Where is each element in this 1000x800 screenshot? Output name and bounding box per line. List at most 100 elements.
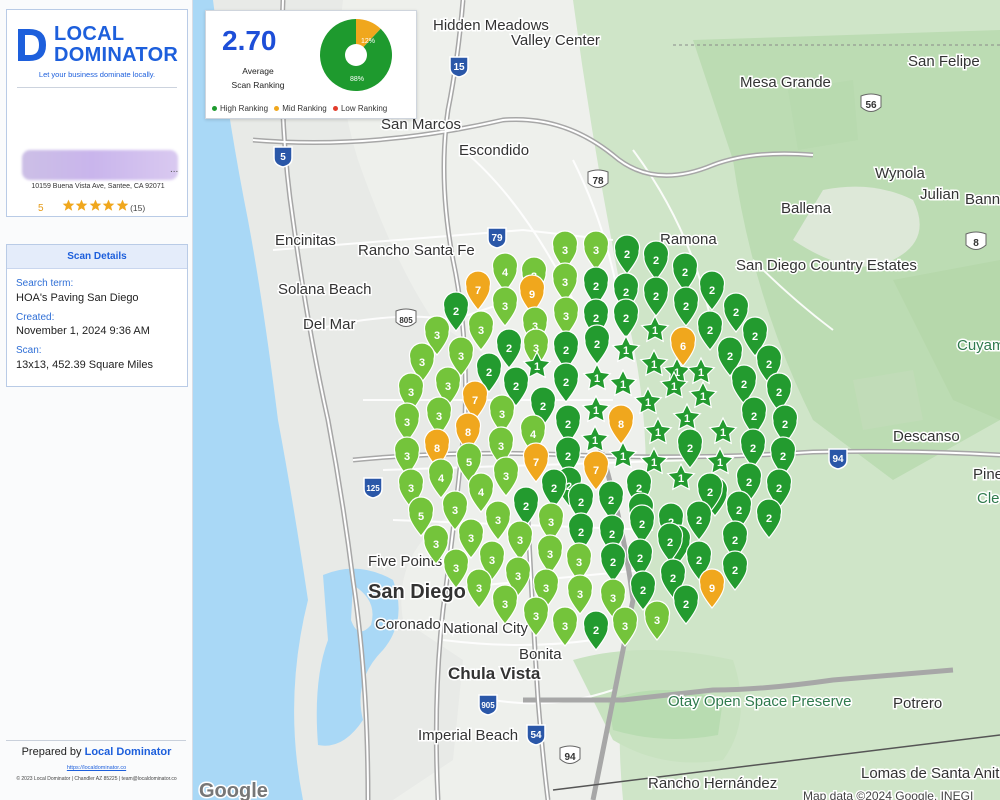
rank-pin-number: 2 bbox=[551, 483, 557, 495]
scan-details-card: Scan Details Search term: HOA's Paving S… bbox=[6, 244, 188, 387]
rank-pin-number: 2 bbox=[683, 301, 689, 313]
rank-pin-number: 8 bbox=[434, 443, 440, 455]
rank-pin-number: 2 bbox=[766, 359, 772, 371]
rank-pin-number: 3 bbox=[547, 549, 553, 561]
highway-number: 54 bbox=[530, 730, 542, 741]
rank-pin-number: 2 bbox=[608, 495, 614, 507]
rank-pin-number: 7 bbox=[472, 395, 478, 407]
rank-pin-number: 1 bbox=[717, 457, 723, 469]
place-label: Valley Center bbox=[511, 32, 600, 49]
rank-pin-number: 2 bbox=[696, 515, 702, 527]
highway-number: 15 bbox=[453, 62, 465, 73]
search-term-label: Search term: bbox=[16, 278, 74, 289]
rank-pin-number: 2 bbox=[776, 387, 782, 399]
rank-pin-number: 2 bbox=[624, 249, 630, 261]
highway-number: 94 bbox=[564, 752, 576, 763]
place-label: Ballena bbox=[781, 200, 832, 217]
rank-pin-number: 2 bbox=[707, 487, 713, 499]
rank-pin-number: 1 bbox=[594, 373, 600, 385]
rank-pin-number: 2 bbox=[593, 625, 599, 637]
star-icon bbox=[116, 199, 128, 211]
legend-low-dot bbox=[332, 106, 338, 112]
place-label: National City bbox=[443, 620, 529, 637]
created-label: Created: bbox=[16, 312, 55, 323]
rank-pin-number: 1 bbox=[720, 427, 726, 439]
highway-number: 56 bbox=[865, 100, 877, 111]
brand-tagline: Let your business dominate locally. bbox=[38, 70, 156, 79]
interstate-shield-icon: 79 bbox=[487, 227, 507, 249]
rank-pin-number: 3 bbox=[476, 583, 482, 595]
place-label: Coronado bbox=[375, 616, 441, 633]
logo-text-line2: DOMINATOR bbox=[54, 44, 179, 66]
rank-pin-number: 2 bbox=[709, 285, 715, 297]
rank-pin-number: 3 bbox=[434, 330, 440, 342]
divider bbox=[17, 87, 177, 88]
google-logo[interactable]: Google bbox=[198, 779, 270, 800]
footer-website-link[interactable]: https://localdominator.co bbox=[0, 765, 193, 771]
star-icon bbox=[89, 199, 101, 211]
rank-pin-number: 2 bbox=[540, 401, 546, 413]
rank-pin-number: 2 bbox=[707, 325, 713, 337]
rank-pin-number: 2 bbox=[565, 451, 571, 463]
rank-pin-number: 3 bbox=[577, 589, 583, 601]
legend-mid-dot bbox=[274, 106, 280, 112]
rank-pin-number: 1 bbox=[655, 427, 661, 439]
interstate-shield-icon: 54 bbox=[526, 724, 546, 746]
map-view[interactable]: Hidden Meadows Valley Center San Felipe … bbox=[193, 0, 1000, 800]
rank-pin-number: 2 bbox=[640, 585, 646, 597]
place-label: Escondido bbox=[459, 142, 529, 159]
place-label: Potrero bbox=[893, 695, 942, 712]
rank-pin-number: 3 bbox=[408, 483, 414, 495]
rank-pin-number: 2 bbox=[667, 537, 673, 549]
prepared-by-prefix: Prepared by bbox=[21, 746, 82, 758]
footer-divider bbox=[6, 740, 186, 741]
rank-pin-number: 2 bbox=[687, 443, 693, 455]
legend-mid-label: Mid Ranking bbox=[282, 104, 327, 113]
state-route-shield-icon: 805 bbox=[395, 308, 417, 327]
rank-pin-number: 1 bbox=[684, 413, 690, 425]
place-label: Cle Natio bbox=[977, 490, 1000, 507]
state-route-shield-icon: 56 bbox=[860, 93, 882, 112]
rank-pin-number: 7 bbox=[533, 457, 539, 469]
rank-pin-number: 2 bbox=[751, 411, 757, 423]
place-label: Mesa Grande bbox=[740, 74, 831, 91]
legend-high: High Ranking bbox=[212, 104, 268, 113]
star-icon bbox=[75, 199, 88, 211]
highway-number: 94 bbox=[832, 454, 844, 465]
rank-pin-number: 3 bbox=[503, 471, 509, 483]
place-label: Ramona bbox=[660, 231, 717, 248]
rank-pin-number: 8 bbox=[465, 427, 471, 439]
rating-value: 5 bbox=[38, 202, 44, 214]
donut-mid-label: 12% bbox=[361, 38, 375, 45]
business-address: 10159 Buena Vista Ave, Santee, CA 92071 bbox=[31, 183, 165, 190]
map-attribution[interactable]: Map data ©2024 Google, INEGI bbox=[802, 788, 975, 800]
rank-pin-number: 3 bbox=[404, 451, 410, 463]
place-label: Chula Vista bbox=[448, 664, 541, 683]
rank-pin-number: 2 bbox=[776, 483, 782, 495]
legend-high-label: High Ranking bbox=[220, 104, 269, 113]
rank-pin-number: 1 bbox=[651, 457, 657, 469]
rank-pin-number: 3 bbox=[543, 583, 549, 595]
brand-logo[interactable]: LOCAL DOMINATOR bbox=[7, 10, 187, 66]
place-label: Wynola bbox=[875, 165, 926, 182]
created-value: November 1, 2024 9:36 AM bbox=[16, 325, 150, 337]
rank-pin-number: 2 bbox=[563, 377, 569, 389]
donut-high-label: 88% bbox=[350, 76, 364, 83]
rank-pin-number: 5 bbox=[466, 457, 472, 469]
rank-pin-number: 4 bbox=[478, 487, 485, 499]
rank-pin-number: 3 bbox=[533, 611, 539, 623]
place-label-city: San Diego bbox=[368, 581, 466, 603]
star-icon bbox=[62, 199, 74, 211]
scan-value: 13x13, 452.39 Square Miles bbox=[16, 359, 153, 371]
rank-pin-number: 3 bbox=[562, 621, 568, 633]
rank-pin-number: 1 bbox=[652, 325, 658, 337]
place-label: Otay Open Space Preserve bbox=[668, 693, 851, 710]
rank-pin-number: 9 bbox=[529, 289, 535, 301]
rank-pin-number: 2 bbox=[578, 527, 584, 539]
search-term-value: HOA's Paving San Diego bbox=[16, 292, 139, 304]
rank-pin-number: 3 bbox=[419, 357, 425, 369]
rank-pin-number: 2 bbox=[696, 555, 702, 567]
rank-pin-number: 2 bbox=[653, 291, 659, 303]
place-label: Descanso bbox=[893, 428, 960, 445]
rank-pin-number: 6 bbox=[680, 341, 686, 353]
